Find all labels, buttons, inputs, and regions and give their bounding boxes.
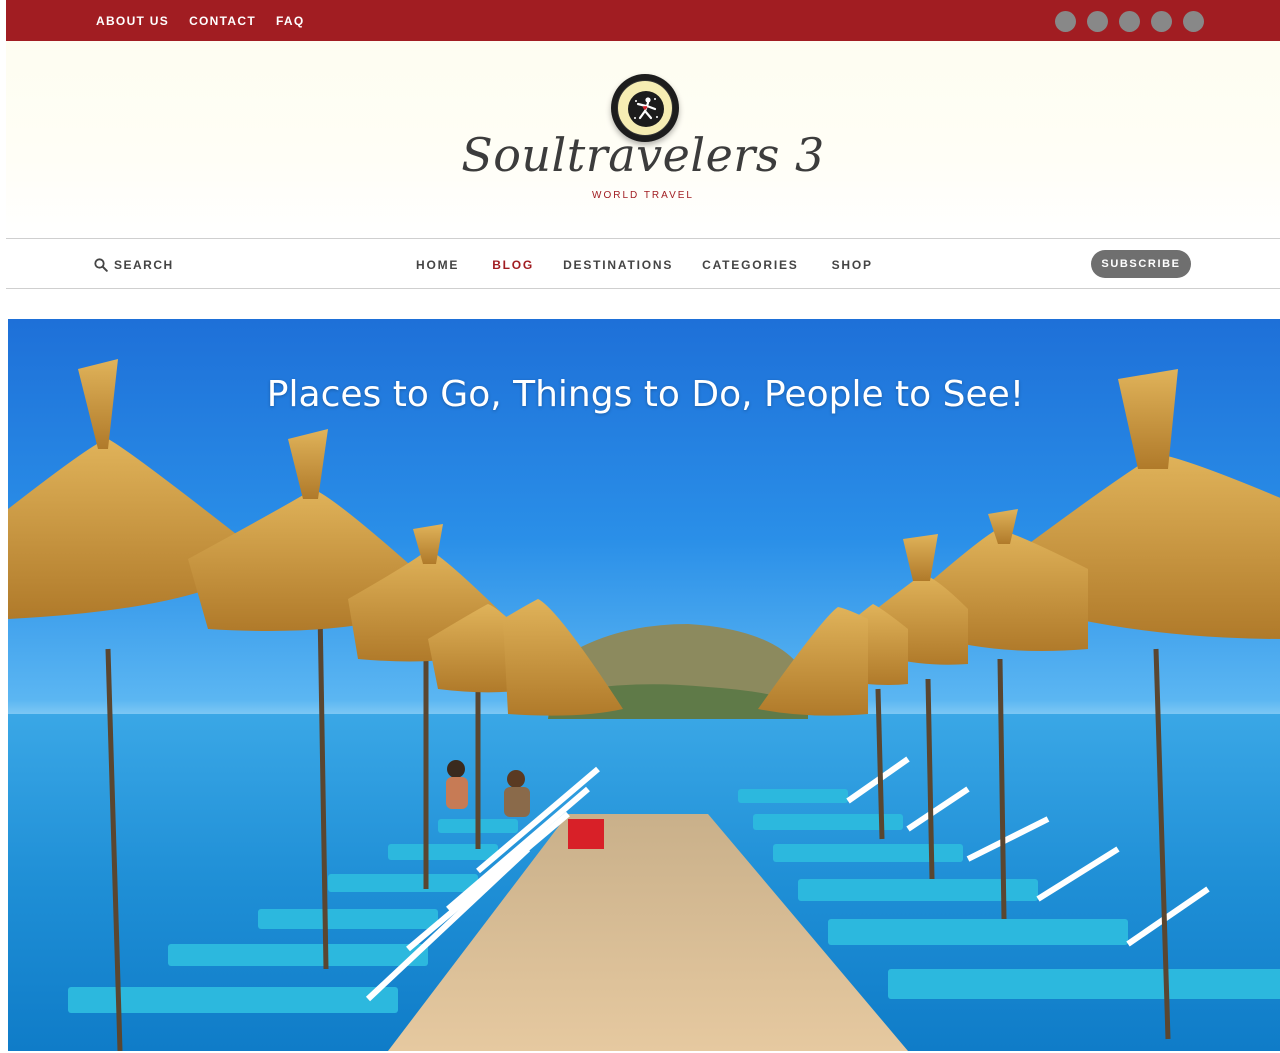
nav-blog[interactable]: BLOG (492, 258, 534, 272)
contact-link[interactable]: CONTACT (189, 14, 256, 28)
brand-tagline: WORLD TRAVEL (592, 190, 694, 201)
twitter-icon[interactable] (1087, 11, 1108, 32)
nav-home[interactable]: HOME (416, 258, 459, 272)
dancer-icon (634, 97, 658, 120)
main-nav: SEARCH HOME BLOG DESTINATIONS CATEGORIES… (6, 238, 1280, 289)
beach-scene-image (8, 359, 1280, 1051)
brand-wordmark[interactable]: Soultravelers 3 (3, 128, 1280, 182)
hero-image: Places to Go, Things to Do, People to Se… (8, 319, 1280, 1051)
page: ABOUT US CONTACT FAQ Soultravelers 3 WOR… (0, 0, 1280, 1053)
about-us-link[interactable]: ABOUT US (96, 14, 169, 28)
search-label: SEARCH (114, 258, 174, 272)
youtube-icon[interactable] (1183, 11, 1204, 32)
facebook-icon[interactable] (1055, 11, 1076, 32)
search-trigger[interactable]: SEARCH (94, 258, 174, 272)
nav-categories[interactable]: CATEGORIES (702, 258, 798, 272)
social-icons (1055, 11, 1204, 32)
hero-title: Places to Go, Things to Do, People to Se… (266, 374, 1025, 415)
primary-menu: HOME BLOG DESTINATIONS CATEGORIES SHOP (416, 258, 873, 272)
faq-link[interactable]: FAQ (276, 14, 305, 28)
nav-destinations[interactable]: DESTINATIONS (563, 258, 673, 272)
search-icon (94, 258, 108, 272)
pinterest-icon[interactable] (1151, 11, 1172, 32)
instagram-icon[interactable] (1119, 11, 1140, 32)
top-bar: ABOUT US CONTACT FAQ (6, 0, 1280, 41)
top-nav: ABOUT US CONTACT FAQ (96, 14, 305, 28)
subscribe-button[interactable]: SUBSCRIBE (1091, 250, 1191, 278)
nav-shop[interactable]: SHOP (832, 258, 873, 272)
